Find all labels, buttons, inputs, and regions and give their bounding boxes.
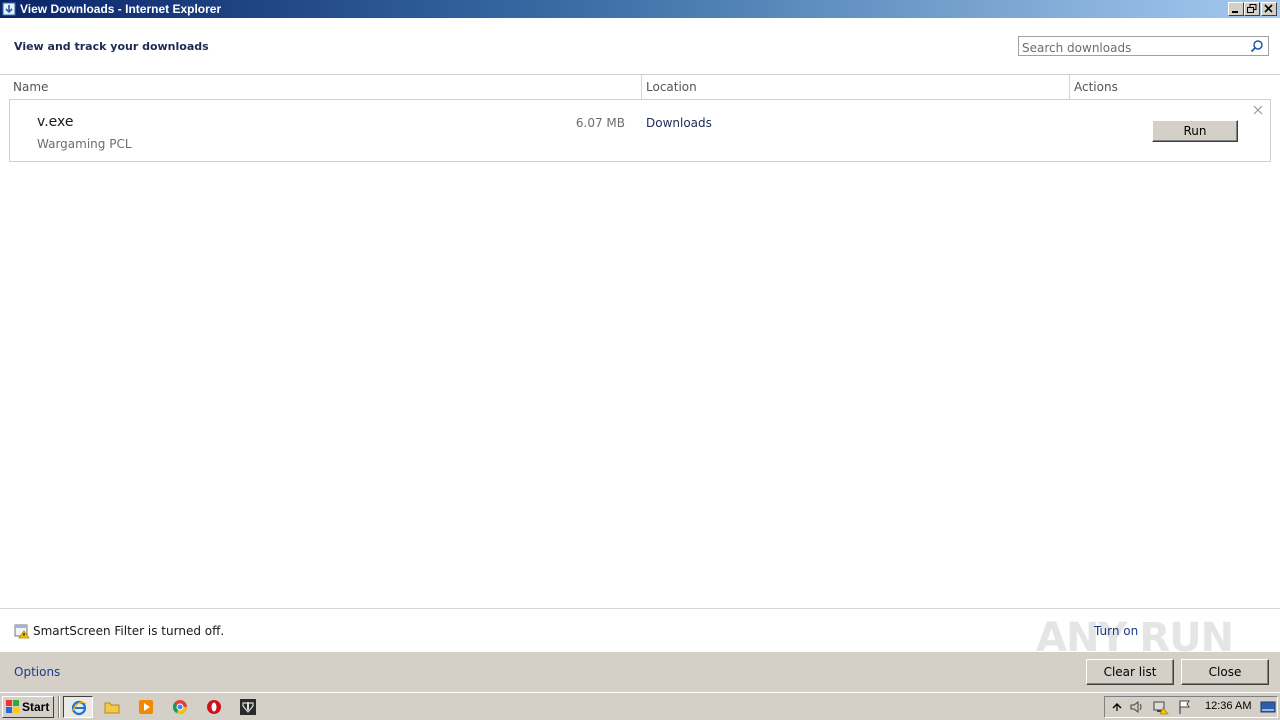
opera-icon: [207, 700, 221, 714]
taskbar-separator: [58, 696, 60, 718]
download-item[interactable]: v.exe Wargaming PCL 6.07 MB Downloads Ru…: [9, 99, 1271, 162]
download-size: 6.07 MB: [575, 116, 625, 130]
clear-list-button[interactable]: Clear list: [1086, 659, 1174, 685]
smartscreen-message: SmartScreen Filter is turned off.: [33, 624, 225, 638]
search-icon[interactable]: [1250, 39, 1264, 53]
downloads-footer: Options Clear list Close: [0, 652, 1280, 692]
remove-item-icon[interactable]: [1252, 104, 1264, 116]
column-header-actions: Actions: [1074, 80, 1118, 94]
ie-downloads-icon: [2, 2, 16, 16]
taskbar-internet-explorer[interactable]: [63, 696, 93, 718]
download-file-name: v.exe: [37, 114, 74, 130]
smartscreen-bar: SmartScreen Filter is turned off. ANY RU…: [0, 608, 1280, 661]
volume-icon[interactable]: [1129, 699, 1145, 715]
show-desktop-icon[interactable]: [1260, 699, 1276, 715]
column-header-location[interactable]: Location: [646, 75, 697, 99]
taskbar-opera[interactable]: [199, 696, 229, 718]
page-title: View and track your downloads: [14, 40, 209, 53]
column-header-name[interactable]: Name: [13, 75, 48, 99]
wargaming-icon: [240, 699, 256, 715]
restore-button[interactable]: [1244, 2, 1260, 16]
window-titlebar[interactable]: View Downloads - Internet Explorer: [0, 0, 1280, 18]
taskbar-explorer[interactable]: [97, 696, 127, 718]
download-publisher: Wargaming PCL: [37, 137, 132, 151]
turn-on-smartscreen-link[interactable]: Turn on: [1094, 624, 1138, 638]
taskbar: Start 12:36 AM: [0, 692, 1280, 720]
internet-explorer-icon: [71, 700, 87, 716]
column-headers: Name Location Actions: [0, 75, 1280, 99]
action-center-flag-icon[interactable]: [1177, 699, 1193, 715]
download-location-link[interactable]: Downloads: [646, 116, 712, 130]
show-hidden-icons-icon[interactable]: [1109, 699, 1125, 715]
system-tray: 12:36 AM: [1104, 696, 1278, 718]
window-title: View Downloads - Internet Explorer: [20, 2, 222, 16]
column-divider[interactable]: [641, 75, 642, 99]
explorer-folder-icon: [104, 702, 120, 714]
minimize-button[interactable]: [1228, 2, 1244, 16]
options-link[interactable]: Options: [14, 665, 60, 679]
minimize-icon: [1232, 11, 1238, 13]
start-button[interactable]: Start: [2, 696, 54, 718]
close-icon: [1264, 4, 1273, 13]
search-box[interactable]: [1018, 36, 1269, 57]
search-input[interactable]: [1019, 39, 1244, 57]
taskbar-media-player[interactable]: [131, 696, 161, 718]
downloads-header: View and track your downloads: [0, 18, 1280, 75]
taskbar-wargaming[interactable]: [233, 696, 263, 718]
media-player-icon: [139, 700, 153, 714]
taskbar-chrome[interactable]: [165, 696, 195, 718]
taskbar-clock[interactable]: 12:36 AM: [1205, 700, 1251, 712]
run-button[interactable]: Run: [1152, 120, 1238, 142]
chrome-icon: [172, 700, 187, 714]
network-icon[interactable]: [1153, 699, 1169, 715]
restore-icon: [1247, 4, 1257, 13]
column-divider[interactable]: [1069, 75, 1070, 99]
windows-logo-icon: [6, 700, 19, 713]
close-window-button[interactable]: [1261, 2, 1277, 16]
close-button[interactable]: Close: [1181, 659, 1269, 685]
smartscreen-warning-icon: [14, 624, 30, 639]
start-label: Start: [22, 700, 50, 714]
